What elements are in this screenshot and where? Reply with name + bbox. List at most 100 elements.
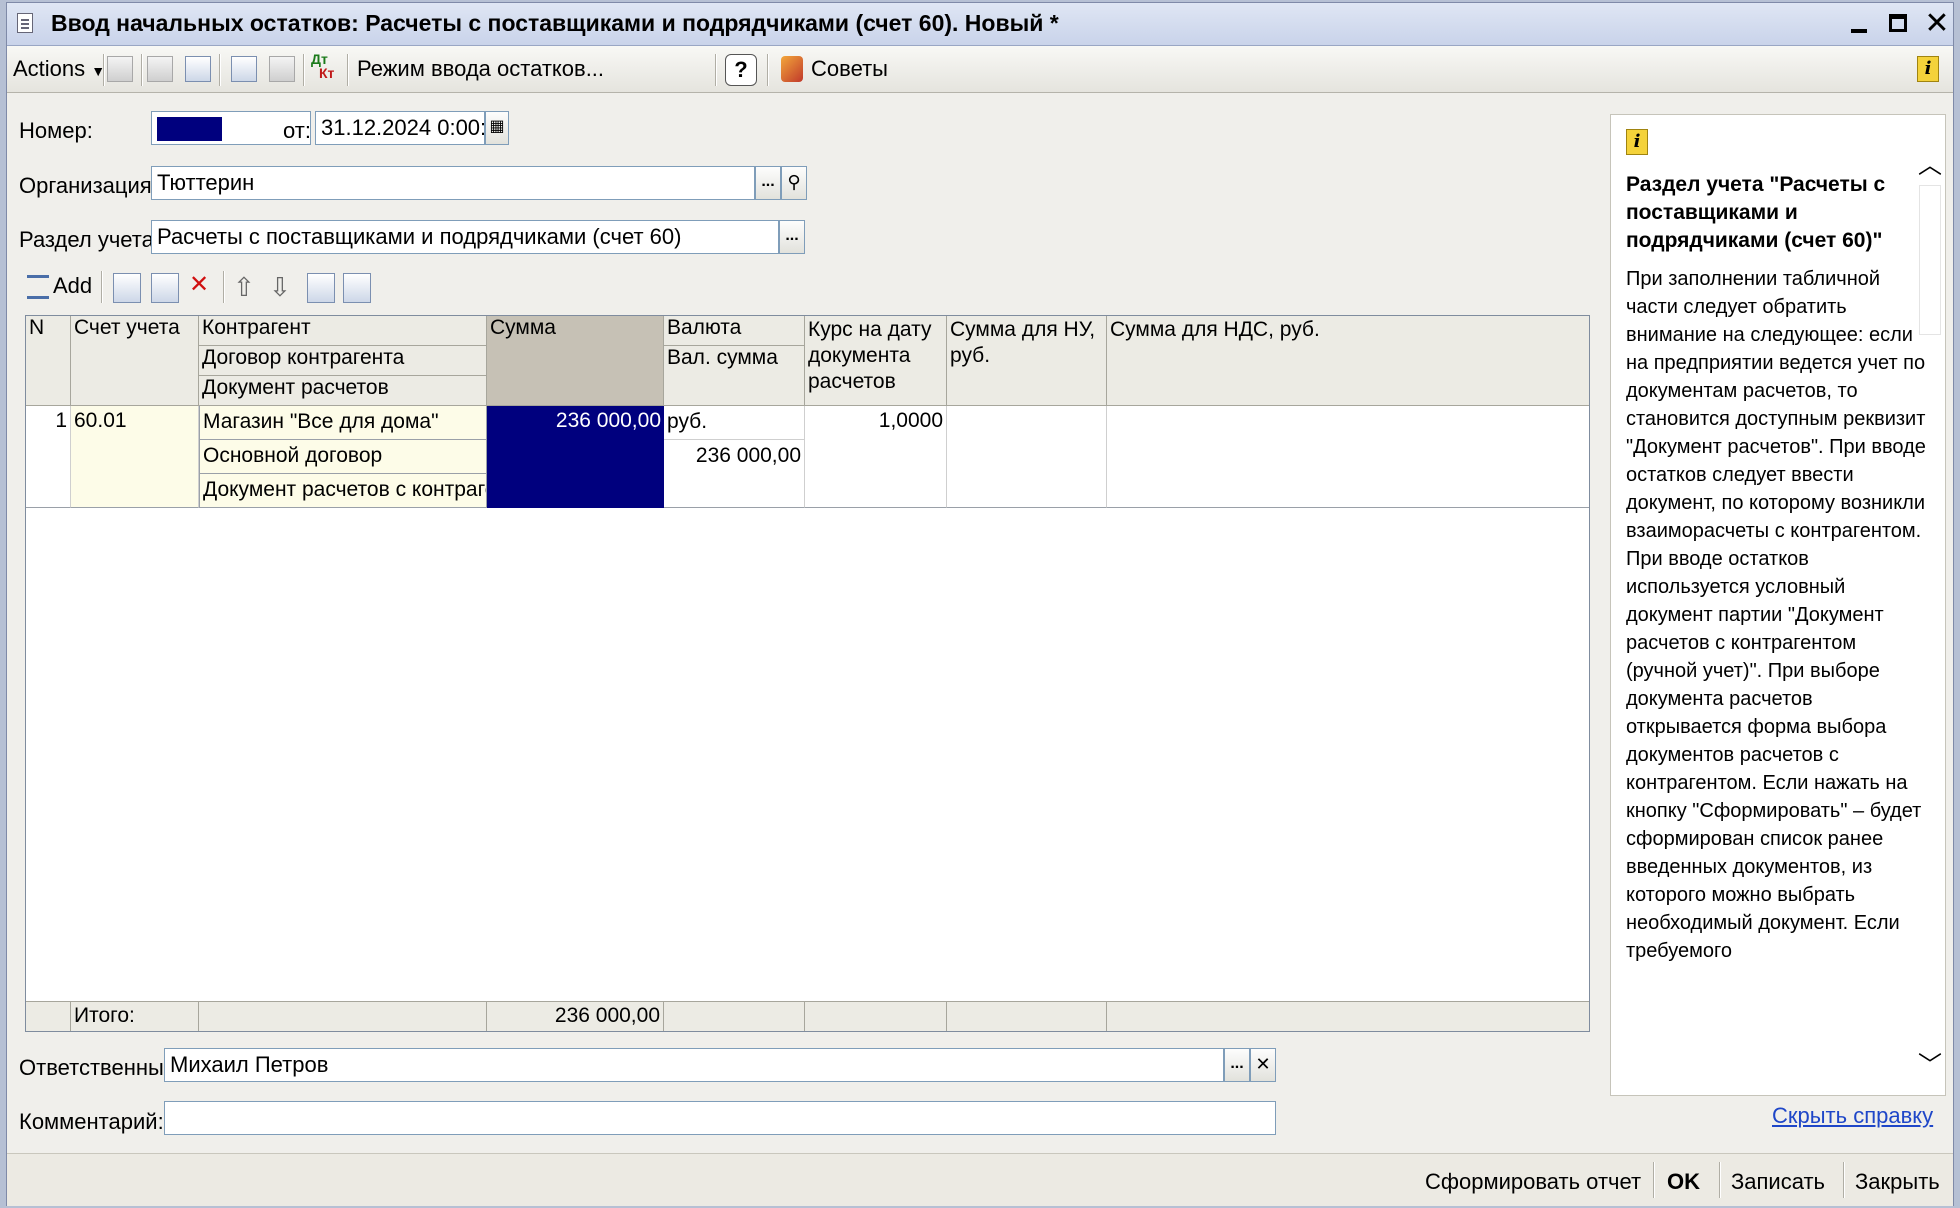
- tips-button[interactable]: Советы: [811, 54, 888, 84]
- totals-cell: [1107, 1001, 1589, 1031]
- section-select-button[interactable]: ...: [779, 220, 805, 254]
- copy-row-icon[interactable]: [113, 273, 141, 303]
- tips-icon[interactable]: [781, 56, 803, 82]
- responsible-field[interactable]: Михаил Петров: [164, 1048, 1224, 1082]
- totals-label: Итого:: [71, 1001, 199, 1031]
- header-sum-vat[interactable]: Сумма для НДС, руб.: [1107, 316, 1589, 406]
- row-contract[interactable]: Основной договор: [199, 440, 487, 474]
- header-account[interactable]: Счет учета: [71, 316, 199, 406]
- section-label: Раздел учета:: [19, 227, 160, 252]
- scroll-down-icon[interactable]: ﹀: [1918, 1045, 1942, 1080]
- organization-select-button[interactable]: ...: [755, 166, 781, 200]
- toolbar-separator: [767, 54, 769, 86]
- row-document[interactable]: Документ расчетов с контраген...: [199, 474, 487, 508]
- toolbar-separator: [219, 54, 221, 86]
- row-currency-sum[interactable]: 236 000,00: [664, 440, 805, 508]
- ok-button[interactable]: OK: [1667, 1166, 1700, 1198]
- header-counterparty[interactable]: Контрагент: [199, 316, 487, 346]
- totals-cell: [805, 1001, 947, 1031]
- number-value-selection: [157, 117, 222, 142]
- header-rate[interactable]: Курс на дату документа расчетов: [805, 316, 947, 406]
- toolbar-separator: [223, 271, 225, 303]
- header-document[interactable]: Документ расчетов: [199, 376, 487, 406]
- sort-desc-icon[interactable]: [343, 273, 371, 303]
- document-icon: [17, 13, 33, 33]
- dt-kt-icon[interactable]: Дт Кт: [311, 52, 337, 81]
- toolbar-separator: [103, 54, 105, 86]
- header-contract[interactable]: Договор контрагента: [199, 346, 487, 376]
- date-field[interactable]: 31.12.2024 0:00:00: [315, 111, 485, 145]
- organization-label: Организация:: [19, 173, 158, 198]
- minimize-button[interactable]: [1843, 9, 1875, 39]
- header-sum-nu[interactable]: Сумма для НУ, руб.: [947, 316, 1107, 406]
- row-sum-vat[interactable]: [1107, 406, 1589, 508]
- comment-field[interactable]: [164, 1101, 1276, 1135]
- info-icon[interactable]: i: [1917, 56, 1939, 82]
- add-row-button[interactable]: Add: [53, 273, 92, 299]
- help-info-icon: i: [1626, 129, 1648, 155]
- actions-menu-label: Actions: [13, 56, 86, 81]
- row-account[interactable]: 60.01: [71, 406, 199, 508]
- title-bar: Ввод начальных остатков: Расчеты с поста…: [7, 3, 1953, 46]
- kt-label: Кт: [319, 65, 335, 81]
- unpost-document-icon[interactable]: [269, 56, 295, 82]
- totals-sum: 236 000,00: [487, 1001, 664, 1031]
- calendar-icon[interactable]: ▦: [485, 111, 509, 145]
- date-label: от:: [283, 118, 311, 143]
- add-row-icon[interactable]: [27, 275, 49, 299]
- button-separator: [1719, 1162, 1721, 1198]
- close-button[interactable]: Закрыть: [1855, 1166, 1940, 1198]
- totals-cell: [947, 1001, 1107, 1031]
- totals-cell: [26, 1001, 71, 1031]
- toolbar-separator: [347, 54, 349, 86]
- button-separator: [1843, 1162, 1845, 1198]
- organization-field[interactable]: Тюттерин: [151, 166, 755, 200]
- bottom-buttons-bar: Сформировать отчет OK Записать Закрыть: [7, 1153, 1953, 1206]
- totals-cell: [664, 1001, 805, 1031]
- save-button[interactable]: Записать: [1731, 1166, 1825, 1198]
- delete-row-icon[interactable]: ✕: [189, 273, 217, 303]
- main-toolbar: Actions ▼ Дт Кт Режим ввода остатков... …: [7, 46, 1953, 93]
- header-sum[interactable]: Сумма: [487, 316, 664, 406]
- help-panel: i Раздел учета "Расчеты с поставщиками и…: [1610, 114, 1946, 1096]
- post-document-icon[interactable]: [231, 56, 257, 82]
- actions-menu[interactable]: Actions ▼: [13, 54, 105, 84]
- responsible-select-button[interactable]: ...: [1224, 1048, 1250, 1082]
- window-title: Ввод начальных остатков: Расчеты с поста…: [51, 10, 1059, 36]
- clear-icon[interactable]: ✕: [1250, 1048, 1276, 1082]
- sort-asc-icon[interactable]: [307, 273, 335, 303]
- help-button[interactable]: ?: [725, 54, 757, 86]
- generate-report-button[interactable]: Сформировать отчет: [1425, 1166, 1641, 1198]
- row-counterparty[interactable]: Магазин "Все для дома": [199, 406, 487, 440]
- row-sum-nu[interactable]: [947, 406, 1107, 508]
- maximize-button[interactable]: [1883, 9, 1915, 39]
- help-scrollbar[interactable]: ︿ ﹀: [1916, 145, 1942, 1085]
- row-currency[interactable]: руб.: [664, 406, 805, 440]
- section-field[interactable]: Расчеты с поставщиками и подрядчиками (с…: [151, 220, 779, 254]
- move-up-icon[interactable]: ⇧: [233, 273, 261, 303]
- edit-row-icon[interactable]: [151, 273, 179, 303]
- balance-mode-button[interactable]: Режим ввода остатков...: [357, 54, 604, 84]
- row-rate[interactable]: 1,0000: [805, 406, 947, 508]
- refresh-icon[interactable]: [147, 56, 173, 82]
- header-currency[interactable]: Валюта: [664, 316, 805, 346]
- toolbar-separator: [303, 54, 305, 86]
- document-window: Ввод начальных остатков: Расчеты с поста…: [6, 2, 1954, 1206]
- header-n[interactable]: N: [26, 316, 71, 406]
- balances-table[interactable]: N Счет учета Контрагент Договор контраге…: [25, 315, 1590, 1032]
- copy-document-icon[interactable]: [185, 56, 211, 82]
- close-window-button[interactable]: ✕: [1921, 9, 1953, 39]
- toolbar-separator: [141, 54, 143, 86]
- number-label: Номер:: [19, 118, 93, 143]
- totals-cell: [199, 1001, 487, 1031]
- back-icon[interactable]: [107, 56, 133, 82]
- help-text: При заполнении табличной части следует о…: [1626, 268, 1926, 962]
- comment-label: Комментарий:: [19, 1109, 164, 1134]
- scroll-thumb[interactable]: [1919, 185, 1941, 335]
- row-sum[interactable]: 236 000,00: [487, 406, 664, 508]
- search-icon[interactable]: ⚲: [781, 166, 807, 200]
- hide-help-link[interactable]: Скрыть справку: [1772, 1103, 1933, 1129]
- header-currency-sum[interactable]: Вал. сумма: [664, 346, 805, 406]
- move-down-icon[interactable]: ⇩: [269, 273, 297, 303]
- scroll-up-icon[interactable]: ︿: [1918, 145, 1942, 180]
